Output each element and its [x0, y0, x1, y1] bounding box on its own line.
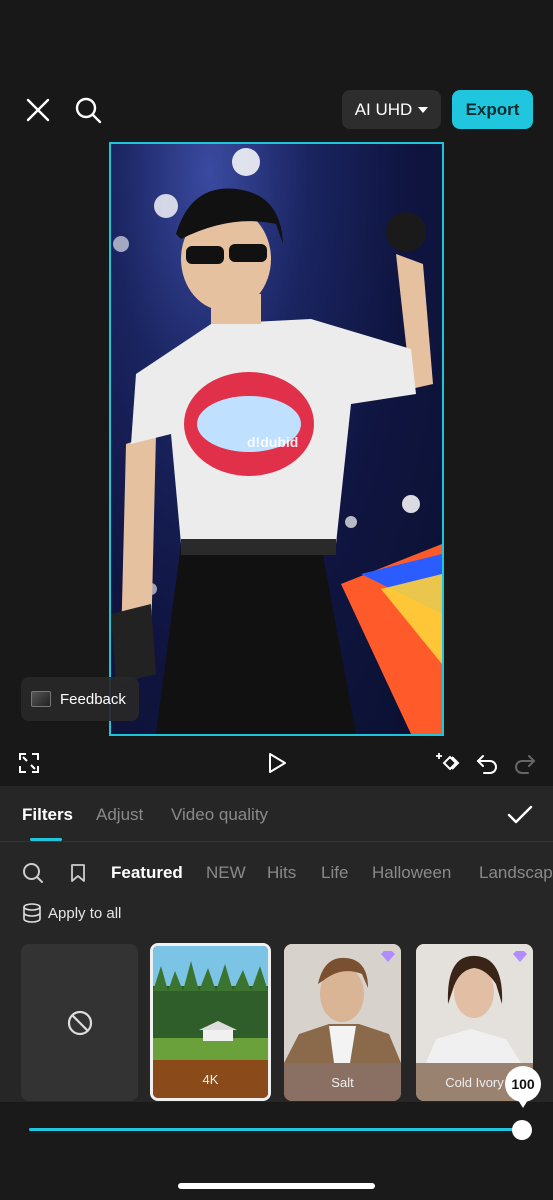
category-new[interactable]: NEW [206, 863, 246, 883]
tab-video-quality[interactable]: Video quality [171, 805, 268, 825]
intensity-slider-handle[interactable] [512, 1120, 532, 1140]
apply-to-all-button[interactable]: Apply to all [22, 901, 121, 925]
filter-categories: Featured NEW Hits Life Halloween Landsca… [0, 858, 553, 888]
layers-icon [23, 903, 41, 923]
play-button[interactable] [262, 748, 292, 778]
search-icon [75, 97, 102, 124]
watermark-text: d!dubid [247, 434, 299, 450]
filter-search-button[interactable] [21, 860, 45, 886]
undo-icon [476, 755, 497, 774]
keyframe-icon [436, 753, 460, 771]
filter-none[interactable] [21, 944, 138, 1101]
category-featured[interactable]: Featured [111, 863, 183, 883]
intensity-slider-track[interactable] [29, 1128, 523, 1131]
bookmark-icon [71, 864, 85, 882]
video-preview[interactable]: d!dubid [109, 142, 444, 736]
fullscreen-icon [19, 753, 39, 773]
feedback-label: Feedback [60, 690, 126, 708]
filter-label: 4K [153, 1060, 268, 1098]
bookmark-button[interactable] [67, 860, 89, 886]
filter-4k-preview [153, 946, 268, 1064]
close-icon [26, 98, 50, 122]
home-indicator [178, 1183, 375, 1189]
active-tab-indicator [30, 838, 62, 841]
premium-gem-icon [513, 951, 527, 962]
ai-uhd-dropdown[interactable]: AI UHD [342, 90, 441, 129]
feedback-thumbnail-icon [31, 691, 51, 707]
search-icon [23, 863, 43, 883]
redo-icon [515, 755, 536, 774]
category-hits[interactable]: Hits [267, 863, 296, 883]
undo-button[interactable] [472, 748, 502, 778]
confirm-button[interactable] [505, 800, 535, 830]
filter-label: Salt [284, 1063, 401, 1101]
redo-button[interactable] [510, 748, 540, 778]
filter-4k[interactable]: 4K [150, 943, 271, 1101]
filter-salt[interactable]: Salt [284, 944, 401, 1101]
tab-filters[interactable]: Filters [22, 805, 73, 825]
export-button[interactable]: Export [452, 90, 533, 129]
category-halloween[interactable]: Halloween [372, 863, 451, 883]
play-icon [269, 753, 286, 773]
checkmark-icon [507, 805, 533, 824]
feedback-button[interactable]: Feedback [21, 677, 139, 721]
close-button[interactable] [20, 92, 56, 128]
fullscreen-button[interactable] [14, 748, 44, 778]
tab-adjust[interactable]: Adjust [96, 805, 143, 825]
intensity-slider-area [0, 1102, 553, 1200]
category-landscape[interactable]: Landscape [479, 863, 553, 883]
no-filter-icon [67, 1010, 92, 1035]
filter-thumbnails: 4K Salt Cold Ivory [0, 943, 553, 1104]
search-button[interactable] [70, 92, 106, 128]
chevron-down-icon [418, 106, 429, 113]
intensity-value: 100 [505, 1066, 541, 1108]
keyframe-button[interactable] [433, 748, 463, 778]
panel-tabs: Filters Adjust Video quality [0, 786, 553, 842]
playback-controls [0, 740, 553, 786]
category-life[interactable]: Life [321, 863, 348, 883]
premium-gem-icon [381, 951, 395, 962]
apply-to-all-label: Apply to all [48, 904, 122, 922]
ai-uhd-label: AI UHD [354, 99, 413, 119]
